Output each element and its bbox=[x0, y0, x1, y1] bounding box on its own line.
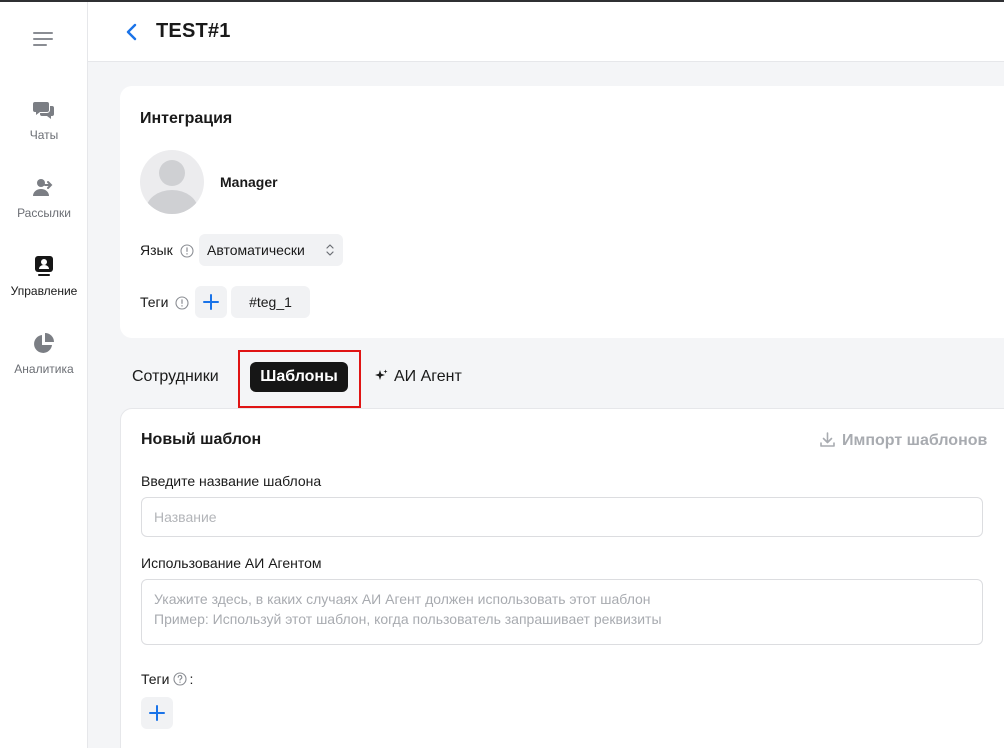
new-template-card: Новый шаблон Импорт шаблонов Введите наз… bbox=[120, 408, 1004, 748]
add-template-tag-button[interactable] bbox=[141, 697, 173, 729]
sidebar-item-analytics[interactable]: Аналитика bbox=[0, 332, 88, 392]
template-name-label: Введите название шаблона bbox=[141, 473, 322, 489]
help-icon[interactable] bbox=[173, 672, 188, 686]
page-title: TEST#1 bbox=[156, 20, 231, 42]
chats-icon bbox=[33, 102, 54, 119]
plus-icon bbox=[149, 705, 165, 721]
tab-ai-agent-label: АИ Агент bbox=[394, 368, 462, 385]
info-icon[interactable] bbox=[175, 296, 189, 310]
back-arrow-icon[interactable] bbox=[122, 20, 142, 44]
ai-usage-placeholder-line2: Пример: Используй этот шаблон, когда пол… bbox=[154, 611, 662, 627]
template-tags-text: Теги bbox=[141, 671, 170, 687]
tab-employees[interactable]: Сотрудники bbox=[132, 368, 219, 386]
template-tags-label: Теги : bbox=[141, 671, 193, 687]
sidebar-item-management[interactable]: Управление bbox=[0, 254, 88, 314]
sidebar-item-label: Чаты bbox=[29, 128, 59, 142]
analytics-icon bbox=[34, 333, 54, 353]
mailing-icon bbox=[33, 179, 53, 196]
template-tags-colon: : bbox=[189, 671, 194, 687]
new-template-title: Новый шаблон bbox=[141, 431, 262, 448]
import-templates-button[interactable]: Импорт шаблонов bbox=[819, 431, 987, 450]
window-top-border bbox=[0, 0, 1004, 2]
ai-usage-textarea[interactable]: Укажите здесь, в каких случаях АИ Агент … bbox=[141, 579, 983, 645]
info-icon[interactable] bbox=[180, 244, 194, 258]
manager-name: Manager bbox=[220, 174, 278, 190]
language-value: Автоматически bbox=[207, 242, 305, 258]
template-name-input[interactable] bbox=[141, 497, 983, 537]
sidebar-item-label: Управление bbox=[10, 284, 78, 298]
sidebar: Чаты Рассылки Управление Аналитика bbox=[0, 2, 88, 748]
download-icon bbox=[820, 432, 835, 447]
tag-chip[interactable]: #teg_1 bbox=[231, 286, 310, 318]
page-header: TEST#1 bbox=[88, 2, 1004, 62]
sparkle-icon bbox=[375, 369, 388, 380]
ai-usage-label: Использование АИ Агентом bbox=[141, 555, 322, 571]
language-label: Язык bbox=[140, 242, 173, 258]
tab-templates[interactable]: Шаблоны bbox=[250, 362, 348, 392]
sidebar-item-chats[interactable]: Чаты bbox=[0, 98, 88, 158]
sidebar-item-mailings[interactable]: Рассылки bbox=[0, 176, 88, 236]
ai-usage-placeholder-line1: Укажите здесь, в каких случаях АИ Агент … bbox=[154, 591, 651, 607]
integration-title: Интеграция bbox=[140, 110, 233, 127]
add-tag-button[interactable] bbox=[195, 286, 227, 318]
avatar[interactable] bbox=[140, 150, 204, 214]
sidebar-item-label: Рассылки bbox=[17, 206, 71, 220]
hamburger-menu-icon[interactable] bbox=[33, 32, 55, 48]
tags-label: Теги bbox=[140, 294, 169, 310]
sidebar-item-label: Аналитика bbox=[14, 362, 74, 376]
integration-card: Интеграция Manager Язык Автоматически Те… bbox=[120, 86, 1004, 338]
language-select[interactable]: Автоматически bbox=[199, 234, 343, 266]
tab-ai-agent[interactable]: АИ Агент bbox=[374, 368, 462, 386]
plus-icon bbox=[203, 294, 219, 310]
management-icon bbox=[35, 256, 53, 276]
select-arrows-icon bbox=[326, 244, 334, 256]
import-templates-label: Импорт шаблонов bbox=[842, 432, 988, 449]
